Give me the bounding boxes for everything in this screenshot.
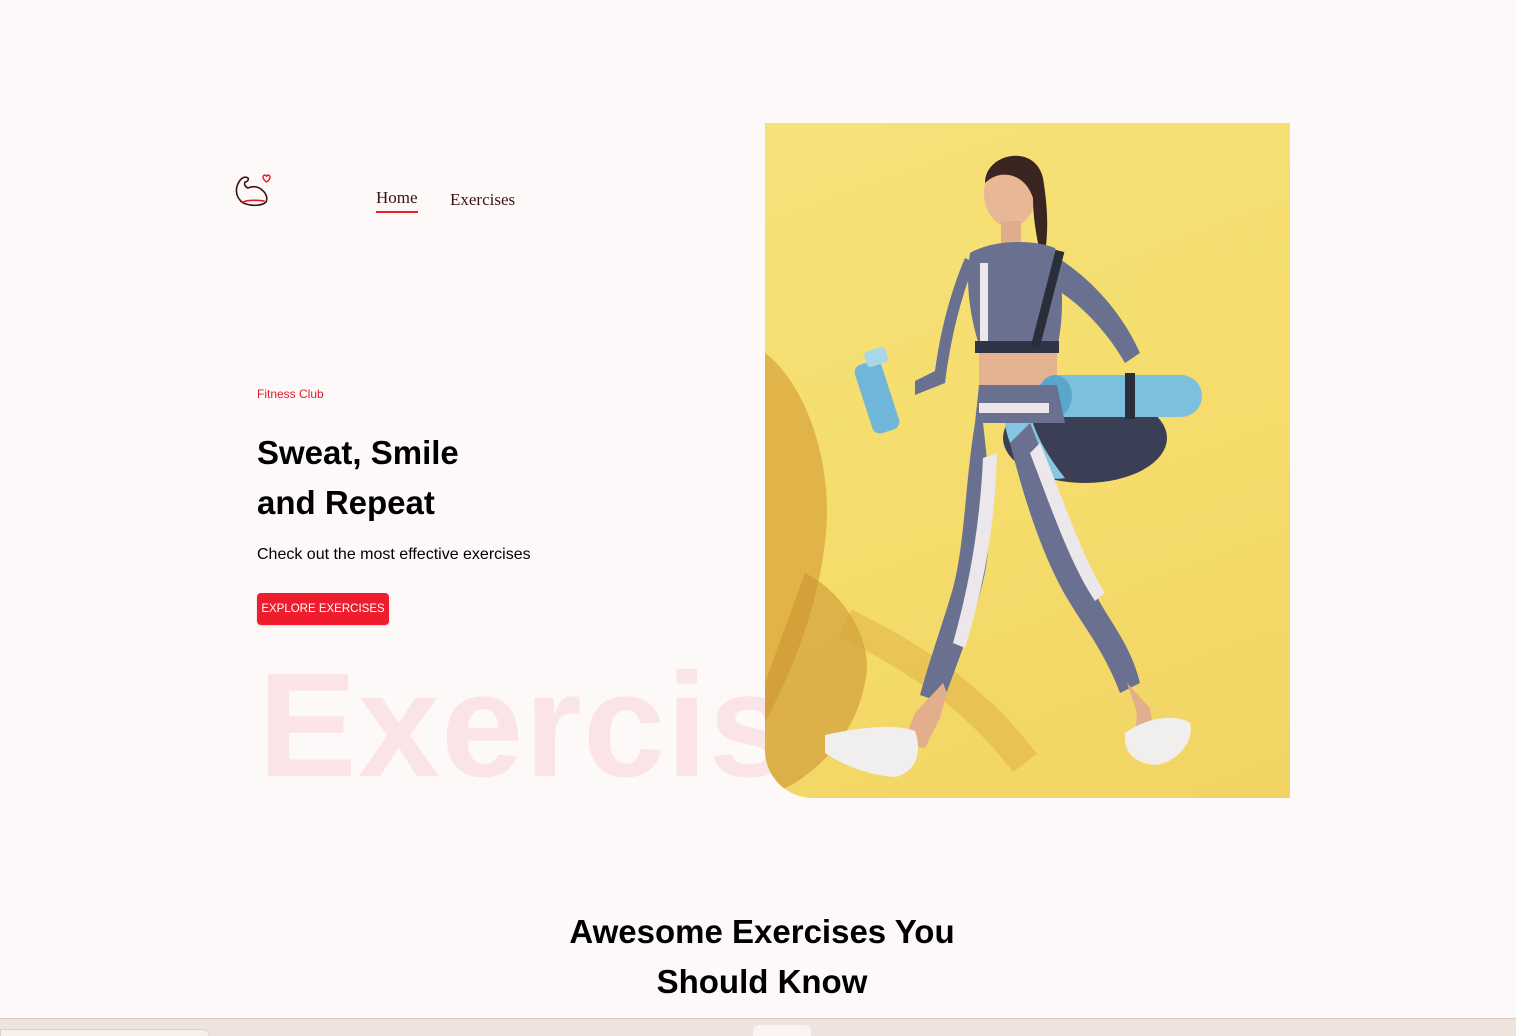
fitness-woman-illustration bbox=[765, 155, 1202, 798]
hero-watermark: Exercis bbox=[258, 643, 792, 808]
section-title-line2: Should Know bbox=[656, 963, 868, 1000]
bottom-tab[interactable] bbox=[0, 1029, 210, 1036]
browser-bottom-bar bbox=[0, 1018, 1516, 1036]
nav-home-link[interactable]: Home bbox=[376, 188, 418, 213]
flexed-arm-heart-icon[interactable] bbox=[232, 170, 272, 210]
hero-headline: Sweat, Smile and Repeat bbox=[257, 428, 617, 528]
hero-headline-line2: and Repeat bbox=[257, 484, 435, 521]
hero-subtext: Check out the most effective exercises bbox=[257, 546, 531, 563]
section-title-line1: Awesome Exercises You bbox=[569, 913, 955, 950]
explore-exercises-button[interactable]: EXPLORE EXERCISES bbox=[257, 593, 389, 625]
hero-headline-line1: Sweat, Smile bbox=[257, 434, 459, 471]
section-title: Awesome Exercises You Should Know bbox=[0, 907, 1516, 1007]
hero-kicker: Fitness Club bbox=[257, 387, 324, 401]
nav-exercises-link[interactable]: Exercises bbox=[450, 190, 515, 213]
page: Home Exercises Fitness Club Sweat, Smile… bbox=[0, 0, 1516, 1036]
hero-image bbox=[765, 123, 1290, 798]
bottom-handle[interactable] bbox=[753, 1025, 811, 1036]
